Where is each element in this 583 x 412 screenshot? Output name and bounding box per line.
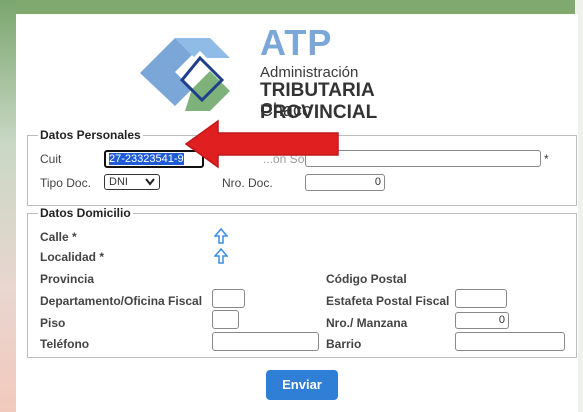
datos-domicilio-legend: Datos Domicilio xyxy=(40,206,131,220)
piso-label: Piso xyxy=(40,316,66,330)
nro-manzana-label: Nro./ Manzana xyxy=(326,316,408,330)
tipo-doc-label: Tipo Doc. xyxy=(40,176,91,190)
logo-acronym: ATP xyxy=(260,22,333,63)
datos-personales-legend: Datos Personales xyxy=(40,128,141,142)
tipo-doc-selected: DNI xyxy=(109,176,128,188)
nro-manzana-input[interactable]: 0 xyxy=(455,312,509,329)
estafeta-input[interactable] xyxy=(455,289,507,308)
localidad-label: Localidad * xyxy=(40,250,105,264)
nombre-required-mark: * xyxy=(544,152,549,166)
form-card: ATP Administración TRIBUTARIA PROVINCIAL… xyxy=(18,14,578,412)
window-left-edge xyxy=(0,0,16,412)
calle-label: Calle * xyxy=(40,230,77,244)
barrio-input[interactable] xyxy=(455,332,565,351)
telefono-input[interactable] xyxy=(212,332,319,351)
barrio-label: Barrio xyxy=(326,337,362,351)
tipo-doc-select[interactable]: DNI xyxy=(104,174,160,190)
departamento-label: Departamento/Oficina Fiscal xyxy=(40,294,203,308)
telefono-label: Teléfono xyxy=(40,337,90,351)
atp-logo: ATP Administración TRIBUTARIA PROVINCIAL… xyxy=(130,22,480,123)
piso-input[interactable] xyxy=(212,310,239,329)
estafeta-label: Estafeta Postal Fiscal xyxy=(326,294,450,308)
nro-doc-label: Nro. Doc. xyxy=(222,176,273,190)
arrow-up-icon[interactable] xyxy=(214,248,228,264)
cuit-label: Cuit xyxy=(40,152,62,166)
chevron-down-icon xyxy=(145,178,155,186)
enviar-button[interactable]: Enviar xyxy=(266,370,338,400)
departamento-input[interactable] xyxy=(212,289,245,308)
arrow-up-icon[interactable] xyxy=(214,228,228,244)
atp-logo-mark-icon xyxy=(140,38,230,111)
nro-doc-input[interactable]: 0 xyxy=(305,174,385,191)
window-top-edge xyxy=(0,0,583,14)
provincia-label: Provincia xyxy=(40,272,95,286)
codigo-postal-label: Código Postal xyxy=(326,272,407,286)
annotation-arrow-icon xyxy=(184,119,339,169)
logo-line-1: Administración xyxy=(260,64,359,81)
cuit-value: 27-23323541-9 xyxy=(109,153,184,165)
